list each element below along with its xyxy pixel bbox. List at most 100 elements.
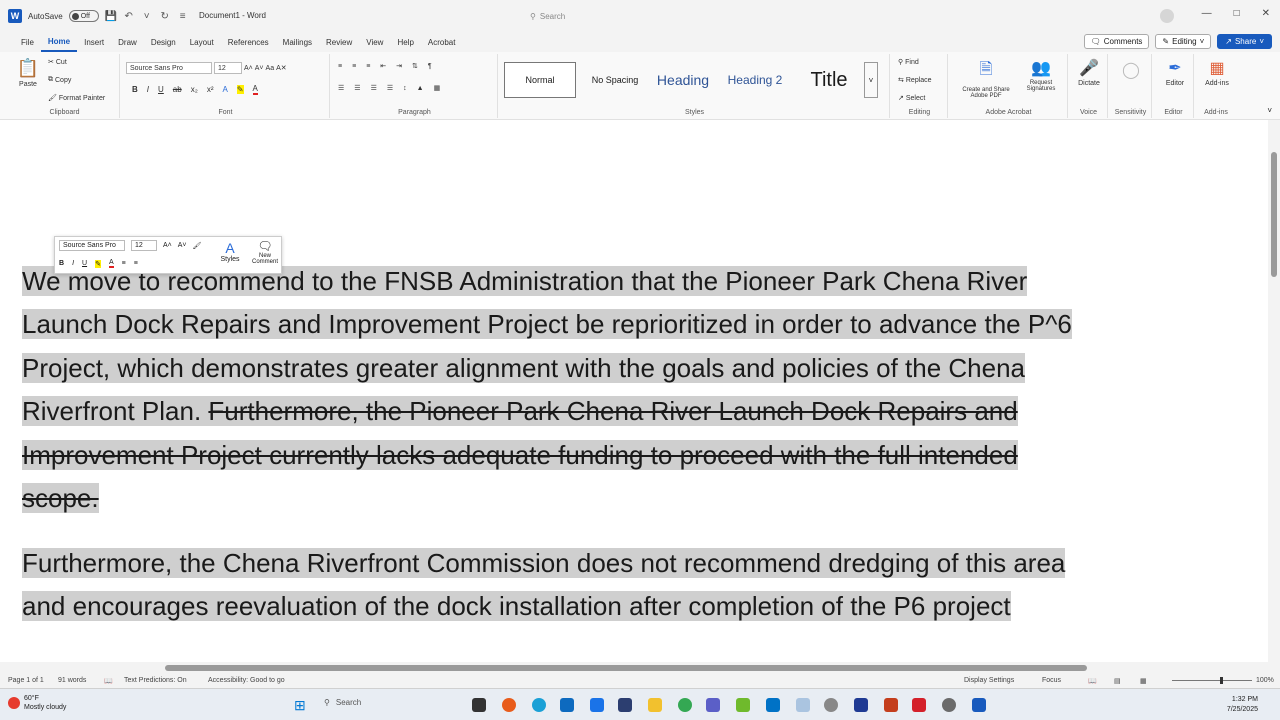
mini-font-select[interactable]: Source Sans Pro — [59, 240, 125, 251]
proofing-icon[interactable]: 📖 — [104, 677, 113, 685]
tab-draw[interactable]: Draw — [111, 32, 144, 52]
bullets-icon[interactable]: ≡ — [122, 260, 126, 267]
request-signatures-button[interactable]: 👥 Request Signatures — [1016, 58, 1066, 92]
bold-icon[interactable]: B — [59, 260, 64, 267]
style-no-spacing[interactable]: No Spacing — [580, 62, 650, 98]
numbering-icon[interactable]: ≡ — [134, 260, 138, 267]
italic-icon[interactable]: I — [147, 85, 149, 94]
strikethrough-icon[interactable]: ab — [173, 85, 182, 94]
search-input[interactable]: ⚲ Search — [530, 8, 770, 24]
page-count[interactable]: Page 1 of 1 — [8, 677, 44, 684]
pilcrow-icon[interactable]: ¶ — [428, 63, 432, 70]
line-spacing-icon[interactable]: ↕ — [403, 85, 407, 92]
grow-font-icon[interactable]: A˄ — [244, 65, 253, 72]
share-button[interactable]: ↗ Share ˅ — [1217, 34, 1272, 49]
format-painter-button[interactable]: 🖌 Format Painter — [48, 94, 105, 103]
superscript-icon[interactable]: x² — [207, 85, 214, 94]
undo-icon[interactable]: ↶ — [123, 10, 135, 22]
style-normal[interactable]: Normal — [504, 62, 576, 98]
tab-mailings[interactable]: Mailings — [276, 32, 319, 52]
tab-layout[interactable]: Layout — [183, 32, 221, 52]
save-icon[interactable]: 💾 — [104, 10, 116, 22]
change-case-icon[interactable]: Aa — [266, 65, 275, 72]
new-comment-button[interactable]: 🗨 New Comment — [249, 239, 281, 265]
word-taskbar-icon[interactable] — [972, 698, 986, 712]
create-share-pdf-button[interactable]: 🗎 Create and Share Adobe PDF — [956, 58, 1016, 99]
tab-view[interactable]: View — [359, 32, 390, 52]
shading-icon[interactable]: ▲ — [417, 85, 424, 92]
subscript-icon[interactable]: x₂ — [191, 85, 198, 94]
minimize-icon[interactable]: — — [1202, 8, 1212, 19]
paste-button[interactable]: 📋 Paste — [16, 58, 40, 88]
clock[interactable]: 1:32 PM 7/25/2025 — [1227, 695, 1258, 715]
italic-icon[interactable]: I — [72, 260, 74, 267]
maximize-icon[interactable]: □ — [1234, 8, 1240, 19]
editing-mode-button[interactable]: ✎ Editing ˅ — [1155, 34, 1212, 49]
paragraph-1[interactable]: We move to recommend to the FNSB Adminis… — [22, 260, 1234, 520]
taskview-icon[interactable] — [472, 698, 486, 712]
replace-button[interactable]: ⇆ Replace — [898, 76, 932, 85]
app-icon[interactable] — [618, 698, 632, 712]
find-button[interactable]: ⚲ Find — [898, 58, 919, 67]
decrease-indent-icon[interactable]: ⇤ — [380, 62, 386, 70]
display-settings-button[interactable]: Display Settings — [964, 677, 1014, 684]
numbering-icon[interactable]: ≡ — [352, 63, 356, 70]
app-icon[interactable] — [796, 698, 810, 712]
zoom-level[interactable]: 100% — [1256, 677, 1274, 684]
document-canvas[interactable]: We move to recommend to the FNSB Adminis… — [0, 120, 1268, 662]
font-color-icon[interactable]: A — [108, 259, 114, 268]
underline-icon[interactable]: U — [158, 85, 164, 94]
teams-icon[interactable] — [706, 698, 720, 712]
style-heading[interactable]: Heading — [650, 62, 716, 98]
avatar[interactable] — [1160, 9, 1174, 23]
weather-widget[interactable]: 60°F Mostly cloudy — [8, 694, 66, 712]
powerpoint-icon[interactable] — [884, 698, 898, 712]
style-title[interactable]: Title — [798, 62, 860, 98]
clear-format-icon[interactable]: A✕ — [276, 64, 287, 72]
dictate-button[interactable]: 🎤 Dictate — [1072, 58, 1106, 87]
acrobat-icon[interactable] — [912, 698, 926, 712]
tab-file[interactable]: File — [14, 32, 41, 52]
font-color-icon[interactable]: A — [252, 84, 258, 95]
tab-help[interactable]: Help — [390, 32, 420, 52]
chevron-down-icon[interactable]: ˅ — [141, 10, 153, 22]
taskbar-search[interactable]: ⚲ Search — [324, 698, 361, 707]
file-explorer-icon[interactable] — [648, 698, 662, 712]
app-icon[interactable] — [854, 698, 868, 712]
bullets-icon[interactable]: ≡ — [338, 63, 342, 70]
multilevel-list-icon[interactable]: ≡ — [366, 63, 370, 70]
tab-home[interactable]: Home — [40, 32, 78, 52]
edge-icon[interactable] — [532, 698, 546, 712]
text-effects-icon[interactable]: A — [222, 85, 227, 94]
font-family-select[interactable]: Source Sans Pro — [126, 62, 212, 74]
settings-icon[interactable] — [942, 698, 956, 712]
increase-indent-icon[interactable]: ⇥ — [396, 62, 402, 70]
shrink-font-icon[interactable]: A˅ — [178, 242, 187, 249]
align-center-icon[interactable]: ☰ — [354, 84, 360, 92]
redo-icon[interactable]: ↻ — [159, 10, 171, 22]
zoom-slider[interactable] — [1172, 677, 1252, 684]
collapse-ribbon-icon[interactable]: ˅ — [1267, 106, 1272, 115]
tab-acrobat[interactable]: Acrobat — [421, 32, 463, 52]
format-painter-icon[interactable]: 🖌 — [193, 242, 202, 250]
text-predictions-status[interactable]: Text Predictions: On — [124, 677, 187, 684]
underline-icon[interactable]: U — [82, 260, 87, 267]
firefox-icon[interactable] — [502, 698, 516, 712]
word-count[interactable]: 91 words — [58, 677, 86, 684]
font-size-select[interactable]: 12 — [214, 62, 242, 74]
focus-button[interactable]: Focus — [1042, 677, 1061, 684]
web-layout-icon[interactable]: ▦ — [1140, 677, 1147, 685]
styles-gallery-more-icon[interactable]: ˅ — [864, 62, 878, 98]
sort-icon[interactable]: ⇅ — [412, 62, 418, 70]
copy-button[interactable]: ⧉ Copy — [48, 76, 71, 84]
highlight-icon[interactable]: ✎ — [236, 85, 244, 94]
style-heading-2[interactable]: Heading 2 — [722, 62, 788, 98]
horizontal-scrollbar[interactable] — [0, 662, 1280, 674]
bold-icon[interactable]: B — [132, 85, 138, 94]
app-icon[interactable] — [824, 698, 838, 712]
select-button[interactable]: ↗ Select — [898, 94, 925, 103]
accessibility-status[interactable]: Accessibility: Good to go — [208, 677, 285, 684]
comments-button[interactable]: 🗨 Comments — [1083, 34, 1150, 49]
styles-button[interactable]: A Styles — [215, 240, 245, 263]
chrome-icon[interactable] — [678, 698, 692, 712]
